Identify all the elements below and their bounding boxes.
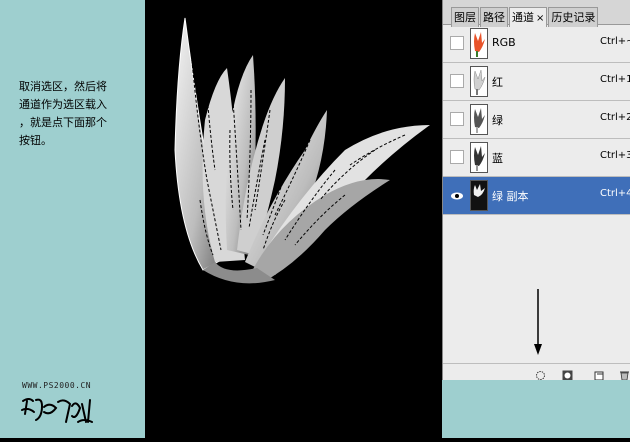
tab-channels[interactable]: 通道 × xyxy=(509,7,548,27)
image-canvas[interactable] xyxy=(145,0,442,438)
tab-paths-label: 路径 xyxy=(483,11,505,24)
instruction-text: 取消选区，然后将 通道作为选区载入 ，就是点下面那个 按钮。 xyxy=(19,80,107,147)
save-selection-as-channel-icon[interactable] xyxy=(562,366,573,381)
channel-shortcut: Ctrl+1 xyxy=(600,74,630,85)
new-channel-icon[interactable] xyxy=(594,366,605,381)
tab-layers-label: 图层 xyxy=(454,11,476,24)
channel-name: 红 xyxy=(492,76,503,89)
channels-panel-toolbar xyxy=(443,363,630,381)
pointer-arrow xyxy=(534,289,542,355)
channel-row-green[interactable]: 绿 Ctrl+2 xyxy=(443,101,630,139)
visibility-toggle[interactable] xyxy=(450,74,464,88)
tab-channels-label: 通道 xyxy=(512,11,534,24)
panel-bottom-area xyxy=(442,380,630,438)
tab-history-label: 历史记录 xyxy=(551,11,596,24)
watermark-url: WWW.PS2000.CN xyxy=(22,381,92,390)
channel-shortcut: Ctrl+4 xyxy=(600,188,630,199)
channel-name: 蓝 xyxy=(492,152,503,165)
signature-logo xyxy=(21,398,93,423)
visibility-toggle[interactable] xyxy=(450,36,464,50)
visibility-toggle[interactable] xyxy=(450,112,464,126)
channel-name: 绿 副本 xyxy=(492,190,529,203)
white-flower-selection-image xyxy=(174,17,430,284)
channel-name: 绿 xyxy=(492,114,503,127)
channel-shortcut: Ctrl+3 xyxy=(600,150,630,161)
channel-thumbnail xyxy=(470,180,488,211)
channel-thumbnail xyxy=(470,28,488,59)
channel-row-blue[interactable]: 蓝 Ctrl+3 xyxy=(443,139,630,177)
channel-thumbnail xyxy=(470,66,488,97)
channel-row-rgb[interactable]: RGB Ctrl+~ xyxy=(443,25,630,63)
channel-name: RGB xyxy=(492,36,516,49)
channel-thumbnail xyxy=(470,104,488,135)
tab-history[interactable]: 历史记录 xyxy=(548,7,599,27)
delete-channel-icon[interactable] xyxy=(619,366,630,381)
channel-shortcut: Ctrl+2 xyxy=(600,112,630,123)
visibility-toggle[interactable] xyxy=(450,150,464,164)
channel-thumbnail xyxy=(470,142,488,173)
channel-row-red[interactable]: 红 Ctrl+1 xyxy=(443,63,630,101)
tab-paths[interactable]: 路径 xyxy=(480,7,508,27)
left-info-panel: 取消选区，然后将 通道作为选区载入 ，就是点下面那个 按钮。 WWW.PS200… xyxy=(0,0,145,438)
channel-shortcut: Ctrl+~ xyxy=(600,36,630,47)
channel-row-green-copy[interactable]: 绿 副本 Ctrl+4 xyxy=(443,177,630,215)
load-channel-as-selection-icon[interactable] xyxy=(535,366,546,380)
tab-layers[interactable]: 图层 xyxy=(451,7,479,27)
eye-icon[interactable] xyxy=(450,188,464,202)
close-icon[interactable]: × xyxy=(536,13,544,24)
panel-tab-bar: 图层 路径 通道 × 历史记录 xyxy=(443,0,630,27)
